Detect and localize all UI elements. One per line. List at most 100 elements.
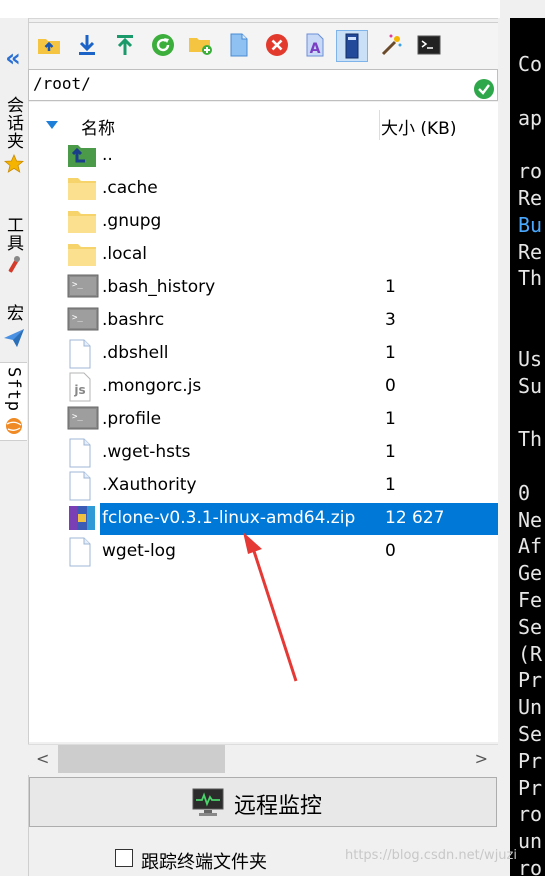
terminal-line: Pr	[518, 748, 543, 773]
terminal-line: 0	[518, 480, 531, 505]
terminal-line: Ge	[518, 561, 543, 586]
js-file-icon: js	[67, 372, 99, 402]
terminal-line: Af	[518, 534, 543, 559]
wrench-icon	[8, 256, 20, 273]
shell-file-icon: >_	[67, 306, 99, 336]
tab-sftp-label: Sftp	[3, 367, 24, 412]
file-size: 12 627	[385, 508, 445, 528]
file-row[interactable]: .dbshell 1	[65, 338, 499, 370]
download-button[interactable]	[72, 30, 102, 60]
file-row[interactable]: fclone-v0.3.1-linux-amd64.zip 12 627	[65, 503, 500, 535]
file-row[interactable]: .cache	[65, 173, 499, 205]
magic-wand-icon	[381, 34, 402, 56]
column-name-header[interactable]: 名称	[81, 114, 115, 139]
properties-button[interactable]	[336, 30, 368, 62]
remote-monitor-button[interactable]: 远程监控	[29, 777, 497, 827]
folder-up-icon	[38, 39, 60, 54]
file-name: ..	[102, 145, 113, 165]
svg-text:>_: >_	[72, 313, 83, 323]
collapse-sidebar-icon[interactable]: «	[0, 46, 26, 70]
terminal-line: Re	[518, 186, 543, 210]
terminal-line: Bu	[518, 212, 543, 237]
scroll-left-icon[interactable]: <	[36, 749, 49, 768]
terminal-line: Th	[518, 427, 543, 452]
new-folder-button[interactable]	[186, 30, 216, 60]
sort-down-icon[interactable]	[45, 120, 59, 130]
parent-dir-button[interactable]	[34, 30, 64, 60]
file-row[interactable]: >_ .bash_history 1	[65, 272, 499, 304]
follow-terminal-label[interactable]: 跟踪终端文件夹	[141, 848, 267, 874]
terminal-line: Su	[518, 373, 543, 398]
file-name: .bash_history	[102, 277, 216, 297]
follow-terminal-checkbox[interactable]	[115, 849, 133, 867]
folder-icon	[67, 174, 99, 204]
svg-text:A: A	[310, 41, 321, 57]
panel-splitter[interactable]	[498, 18, 510, 876]
path-ok-icon[interactable]	[473, 78, 495, 100]
tab-macros[interactable]: 宏	[0, 304, 27, 348]
folder-icon	[67, 207, 99, 237]
terminal-line: ro	[518, 856, 543, 876]
file-row[interactable]: >_ .bashrc 3	[65, 305, 499, 337]
file-row[interactable]: wget-log 0	[65, 536, 499, 568]
terminal-icon	[417, 35, 441, 55]
file-icon	[67, 339, 99, 369]
path-input[interactable]: /root/	[33, 74, 91, 93]
file-row[interactable]: .gnupg	[65, 206, 499, 238]
tab-sftp[interactable]: Sftp	[0, 362, 27, 441]
file-icon	[67, 471, 99, 501]
rename-button[interactable]: A	[300, 30, 330, 60]
terminal-line: Se	[518, 722, 543, 746]
terminal-line: Th	[518, 266, 543, 291]
magic-button[interactable]	[376, 30, 406, 60]
file-row[interactable]: .Xauthority 1	[65, 470, 499, 502]
tab-tools[interactable]: 工具	[0, 216, 27, 276]
svg-text:>_: >_	[72, 412, 83, 422]
refresh-button[interactable]	[148, 30, 178, 60]
folder-icon	[67, 240, 99, 270]
star-icon	[3, 154, 24, 173]
file-size: 1	[385, 409, 396, 429]
file-row[interactable]: .local	[65, 239, 499, 271]
file-name: .Xauthority	[102, 475, 197, 495]
terminal-line: Fe	[518, 588, 543, 612]
terminal-panel[interactable]: Co ap ro Re Bu Re Th Us Su Th 0 Ne Af Ge Fe Se (R Pr Un Se P…	[510, 18, 545, 876]
terminal-line: Us	[518, 346, 543, 371]
terminal-line: Co	[518, 52, 543, 76]
path-bar[interactable]: /root/	[28, 69, 498, 101]
file-name: .gnupg	[102, 211, 162, 231]
file-row[interactable]: ..	[65, 140, 499, 172]
file-name: .mongorc.js	[102, 376, 202, 396]
globe-icon	[5, 417, 22, 434]
rename-icon: A	[306, 33, 324, 57]
tab-sessions[interactable]: 会话夹	[0, 96, 27, 174]
file-row[interactable]: >_ .profile 1	[65, 404, 499, 436]
delete-button[interactable]	[262, 30, 292, 60]
terminal-line: Un	[518, 695, 543, 720]
scroll-right-icon[interactable]: >	[475, 749, 488, 768]
file-row[interactable]: js .mongorc.js 0	[65, 371, 499, 403]
file-name: .bashrc	[102, 310, 165, 330]
file-size: 1	[385, 277, 396, 297]
upload-button[interactable]	[110, 30, 140, 60]
terminal-line: un	[518, 829, 543, 854]
svg-text:>_: >_	[72, 280, 83, 290]
terminal-line: Ne	[518, 507, 543, 532]
terminal-line: Pr	[518, 775, 543, 800]
column-size-header[interactable]: 大小 (KB)	[381, 114, 456, 139]
paper-plane-icon	[3, 329, 24, 347]
file-name: fclone-v0.3.1-linux-amd64.zip	[102, 508, 356, 528]
file-name: .profile	[102, 409, 162, 429]
new-file-button[interactable]	[224, 30, 254, 60]
file-row[interactable]: .wget-hsts 1	[65, 437, 499, 469]
new-folder-icon	[189, 38, 212, 55]
horizontal-scrollbar[interactable]: < >	[28, 744, 498, 775]
archive-icon	[67, 504, 99, 534]
download-icon	[79, 35, 95, 55]
terminal-line: ro	[518, 802, 543, 827]
file-name: wget-log	[102, 541, 176, 561]
monitor-icon	[192, 788, 224, 816]
shell-file-icon: >_	[67, 273, 99, 303]
open-terminal-button[interactable]	[414, 30, 444, 60]
scrollbar-thumb[interactable]	[58, 745, 225, 773]
